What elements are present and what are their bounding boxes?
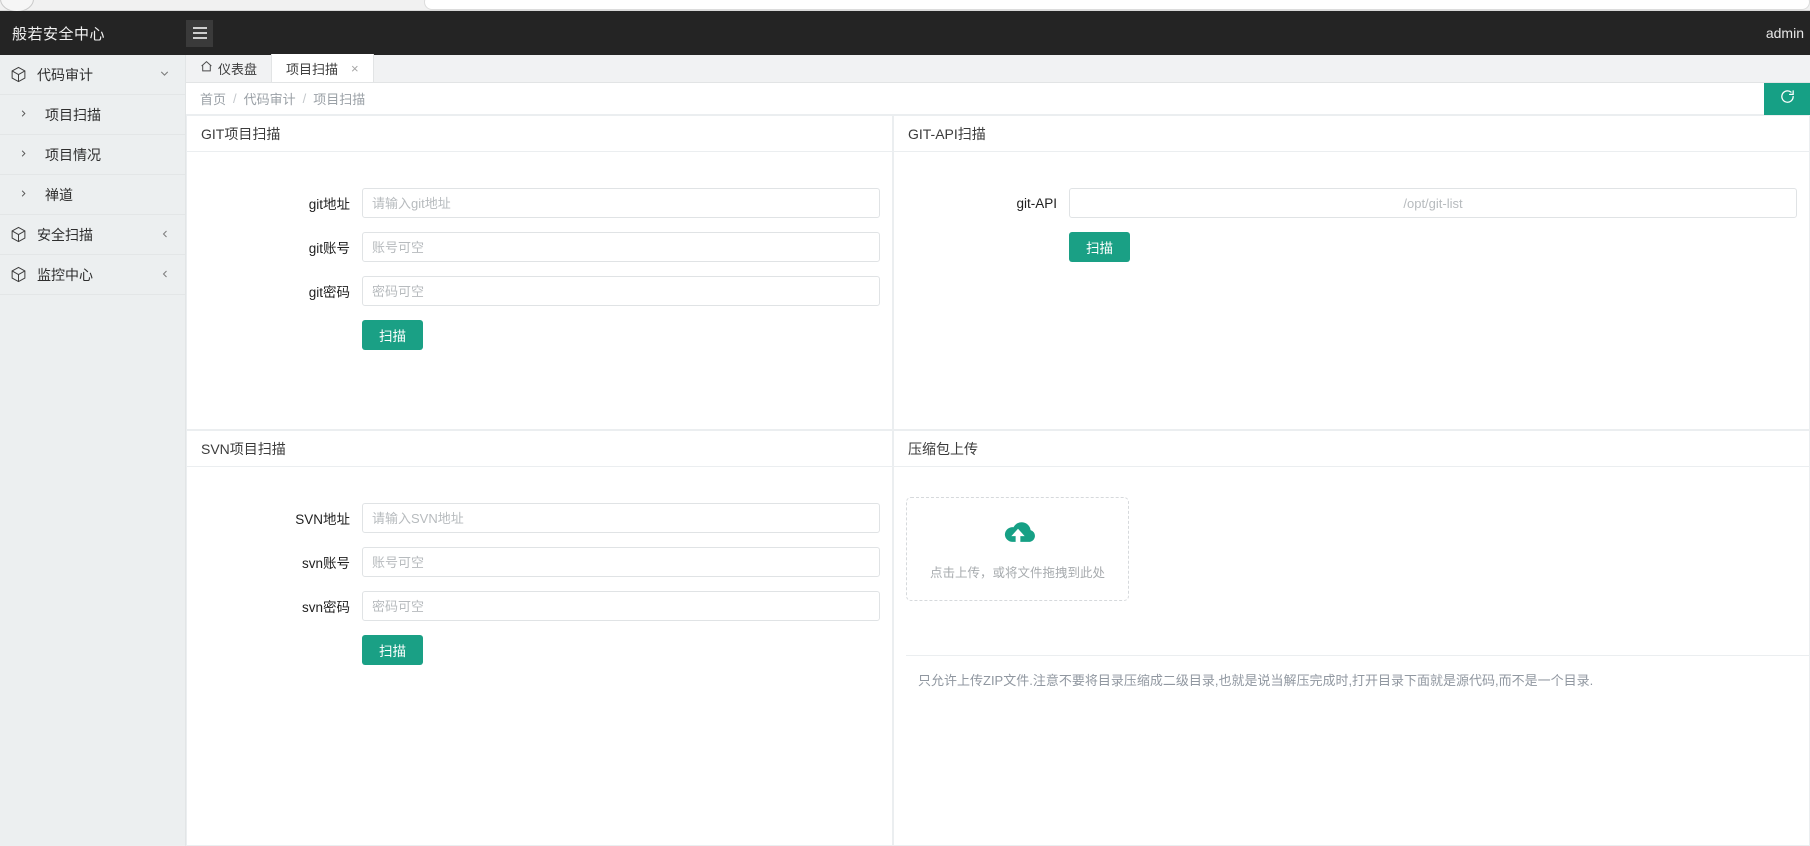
form-row-svn-user: svn账号 [187, 547, 892, 577]
breadcrumb-item-code-audit[interactable]: 代码审计 [244, 89, 296, 108]
sidebar-group-label: 监控中心 [37, 266, 93, 283]
svn-scan-button[interactable]: 扫描 [362, 635, 423, 665]
svn-url-input[interactable] [362, 503, 880, 533]
panel-body: SVN地址 svn账号 svn密码 扫描 [187, 467, 892, 665]
tab-project-scan[interactable]: 项目扫描 × [271, 54, 374, 82]
tab-bar: 仪表盘 项目扫描 × [186, 54, 1810, 83]
form-row-git-url: git地址 [187, 188, 892, 218]
form-row-git-password: git密码 [187, 276, 892, 306]
chevron-right-icon [18, 147, 29, 162]
panel-body: 点击上传，或将文件拖拽到此处 只允许上传ZIP文件.注意不要将目录压缩成二级目录… [894, 467, 1809, 689]
field-label: svn账号 [301, 556, 350, 571]
main-content: GIT项目扫描 git地址 git账号 git密码 扫描 GIT-API扫描 [186, 115, 1810, 846]
cloud-upload-icon [997, 518, 1039, 555]
panel-svn-scan: SVN项目扫描 SVN地址 svn账号 svn密码 扫描 [186, 430, 893, 846]
upload-dropzone-label: 点击上传，或将文件拖拽到此处 [929, 565, 1105, 580]
breadcrumb-separator: / [302, 91, 307, 106]
tab-dashboard[interactable]: 仪表盘 [186, 54, 271, 82]
form-row-svn-password: svn密码 [187, 591, 892, 621]
sidebar-group-label: 安全扫描 [37, 226, 93, 243]
git-scan-button[interactable]: 扫描 [362, 320, 423, 350]
git-api-input[interactable] [1069, 188, 1797, 218]
form-actions: 扫描 [894, 232, 1809, 262]
breadcrumb: 首页 / 代码审计 / 项目扫描 [186, 89, 365, 108]
breadcrumb-item-home[interactable]: 首页 [200, 89, 226, 108]
hamburger-menu-icon[interactable] [186, 19, 213, 47]
sidebar-group-code-audit[interactable]: 代码审计 [0, 55, 185, 95]
cube-icon [10, 226, 27, 243]
sidebar-group-monitor-center[interactable]: 监控中心 [0, 255, 185, 295]
panel-git-api-scan: GIT-API扫描 git-API 扫描 [893, 115, 1810, 430]
chevron-down-icon [158, 67, 171, 82]
breadcrumb-item-project-scan: 项目扫描 [313, 92, 366, 107]
field-label: git密码 [308, 285, 350, 300]
git-username-input[interactable] [362, 232, 880, 262]
user-menu[interactable]: admin [1766, 25, 1810, 41]
form-row-git-api: git-API [894, 188, 1809, 218]
panel-git-scan: GIT项目扫描 git地址 git账号 git密码 扫描 [186, 115, 893, 430]
browser-address-bar[interactable] [424, 0, 1810, 10]
chevron-right-icon [18, 107, 29, 122]
chevron-right-icon [18, 187, 29, 202]
panel-body: git地址 git账号 git密码 扫描 [187, 152, 892, 350]
panel-body: git-API 扫描 [894, 152, 1809, 262]
form-row-git-user: git账号 [187, 232, 892, 262]
app-brand-title: 般若安全中心 [12, 25, 106, 43]
sidebar-item-zentao[interactable]: 禅道 [0, 175, 185, 215]
svn-password-input[interactable] [362, 591, 880, 621]
sidebar-item-label: 项目扫描 [45, 106, 101, 123]
panel-title: 压缩包上传 [894, 431, 1809, 467]
field-label: SVN地址 [295, 512, 350, 527]
form-row-svn-url: SVN地址 [187, 503, 892, 533]
close-icon[interactable]: × [351, 61, 359, 76]
sidebar-item-project-scan[interactable]: 项目扫描 [0, 95, 185, 135]
field-label: git账号 [308, 241, 350, 256]
app-topbar: 般若安全中心 admin [0, 11, 1810, 55]
sidebar-group-label: 代码审计 [37, 66, 93, 83]
sidebar: 代码审计 项目扫描 项目情况 禅道 安全扫描 监控中心 [0, 55, 186, 846]
git-password-input[interactable] [362, 276, 880, 306]
panel-title: GIT项目扫描 [187, 116, 892, 152]
sidebar-item-label: 禅道 [45, 186, 73, 203]
panel-title: SVN项目扫描 [187, 431, 892, 467]
cube-icon [10, 266, 27, 283]
field-label: git地址 [308, 197, 350, 212]
sidebar-item-label: 项目情况 [45, 146, 101, 163]
tab-label: 项目扫描 [286, 61, 339, 77]
breadcrumb-bar: 首页 / 代码审计 / 项目扫描 [186, 83, 1810, 115]
breadcrumb-separator: / [233, 91, 237, 106]
panel-archive-upload: 压缩包上传 点击上传，或将文件拖拽到此处 只允许上传ZIP文件.注意不要将目录压… [893, 430, 1810, 846]
sidebar-item-project-status[interactable]: 项目情况 [0, 135, 185, 175]
svn-username-input[interactable] [362, 547, 880, 577]
upload-dropzone[interactable]: 点击上传，或将文件拖拽到此处 [906, 497, 1129, 601]
home-icon [200, 60, 213, 76]
form-actions: 扫描 [187, 320, 892, 350]
field-label: git-API [1016, 195, 1057, 211]
chevron-left-icon [159, 268, 171, 282]
form-actions: 扫描 [187, 635, 892, 665]
refresh-button[interactable] [1764, 83, 1810, 115]
tab-label: 仪表盘 [218, 61, 258, 77]
cube-icon [10, 66, 27, 83]
panel-title: GIT-API扫描 [894, 116, 1809, 152]
git-url-input[interactable] [362, 188, 880, 218]
git-api-scan-button[interactable]: 扫描 [1069, 232, 1130, 262]
sidebar-group-security-scan[interactable]: 安全扫描 [0, 215, 185, 255]
chevron-left-icon [159, 228, 171, 242]
field-label: svn密码 [301, 600, 350, 615]
refresh-icon [1779, 88, 1796, 110]
upload-note: 只允许上传ZIP文件.注意不要将目录压缩成二级目录,也就是说当解压完成时,打开目… [906, 655, 1809, 689]
browser-chrome [0, 0, 1810, 12]
